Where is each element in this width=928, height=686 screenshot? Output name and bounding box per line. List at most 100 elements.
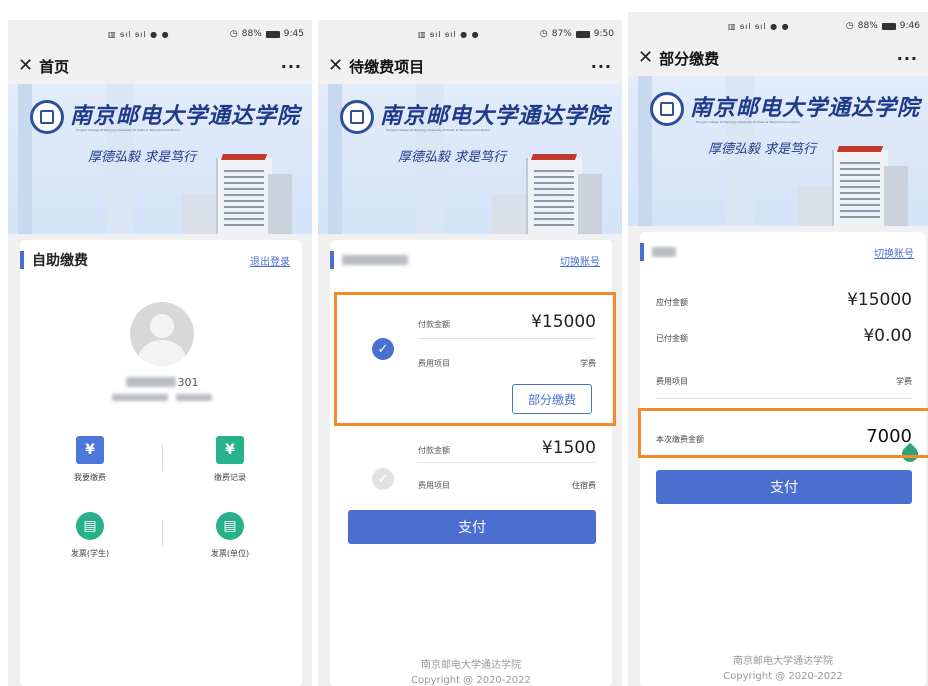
payment-records-button[interactable]: ¥ 缴费记录: [190, 436, 270, 483]
school-banner: 南京邮电大学通达学院 Tongda College Of Nanjing Uni…: [318, 84, 622, 234]
pay-fee-button[interactable]: ¥ 我要缴费: [50, 436, 130, 483]
partial-payment-card: 切换账号 应付金额 ¥15000 已付金额 ¥0.00 费用项目 学费 本次缴费…: [638, 232, 928, 686]
school-banner: 南京邮电大学通达学院 Tongda College Of Nanjing Uni…: [628, 76, 928, 226]
divider: [162, 520, 163, 546]
pay-button[interactable]: 支付: [656, 470, 912, 504]
school-name: 南京邮电大学通达学院: [690, 95, 921, 121]
accent-bar: [330, 251, 334, 269]
clock: 9:46: [899, 21, 920, 31]
banner-stripe: [18, 84, 32, 234]
fee-type-row: 费用项目 学费: [656, 366, 912, 387]
yen-clipboard-icon: ¥: [216, 436, 244, 464]
card-header: 切换账号: [640, 232, 926, 272]
feature-label: 发票(学生): [70, 549, 110, 558]
self-service-card: 自助缴费 退出登录 301 ¥ 我要缴费 ¥ 缴费记录 ▤ 发票(学生) ▤ 发…: [20, 240, 302, 686]
account-name-blurred: [652, 247, 676, 257]
page-title: 首页: [39, 57, 70, 76]
school-emblem-icon: [340, 100, 374, 134]
highlight-box: [638, 408, 928, 458]
due-amount-value: ¥15000: [847, 290, 912, 310]
invoice-icon: ▤: [76, 512, 104, 540]
more-menu-icon[interactable]: ···: [897, 49, 918, 68]
signal-icon: ▥ ᵴıl ᵴıl ● ●: [728, 21, 790, 31]
footer-org: 南京邮电大学通达学院: [421, 660, 521, 671]
footer-copyright: Copyright @ 2020-2022: [411, 675, 531, 686]
user-id-visible: 301: [177, 375, 199, 389]
user-id: 301: [116, 375, 208, 389]
page-title: 待缴费项目: [349, 57, 425, 76]
school-english-name: Tongda College Of Nanjing University Of …: [696, 120, 800, 124]
close-icon[interactable]: ✕: [18, 57, 33, 75]
status-bar: ▥ ᵴıl ᵴıl ● ● ◷ 88% 9:45: [8, 20, 312, 48]
building-image: [798, 144, 908, 226]
account-name-blurred: [342, 255, 408, 265]
accent-bar: [640, 243, 644, 261]
battery-icon: [881, 22, 896, 30]
switch-account-link[interactable]: 切换账号: [874, 245, 914, 260]
clock: 9:50: [593, 29, 614, 39]
due-amount-label: 应付金额: [656, 298, 688, 307]
fee-type-label: 费用项目: [418, 481, 450, 490]
page-title: 部分缴费: [659, 49, 720, 68]
alarm-icon: ◷: [845, 21, 854, 31]
divider: [162, 444, 163, 470]
close-icon[interactable]: ✕: [638, 49, 653, 67]
banner-stripe: [328, 84, 342, 234]
school-english-name: Tongda College Of Nanjing University Of …: [76, 128, 180, 132]
checkmark-icon[interactable]: ✓: [372, 468, 394, 490]
battery-percent: 88%: [241, 29, 262, 39]
title-bar: ✕ 首页 ···: [8, 48, 312, 84]
battery-percent: 87%: [551, 29, 572, 39]
footer-org: 南京邮电大学通达学院: [733, 656, 833, 667]
paid-amount-label: 已付金额: [656, 334, 688, 343]
screen-pending-items: ▥ ᵴıl ᵴıl ● ● ◷ 87% 9:50 ✕ 待缴费项目 ··· 南京邮…: [318, 20, 622, 686]
clock: 9:45: [283, 29, 304, 39]
signal-icon: ▥ ᵴıl ᵴıl ● ●: [108, 29, 170, 39]
school-name: 南京邮电大学通达学院: [70, 103, 301, 129]
school-emblem-icon: [30, 100, 64, 134]
banner-stripe: [638, 76, 652, 226]
paid-amount-value: ¥0.00: [863, 326, 912, 346]
battery-icon: [575, 30, 590, 38]
footer-copyright: Copyright @ 2020-2022: [723, 671, 843, 682]
more-menu-icon[interactable]: ···: [591, 57, 612, 76]
more-menu-icon[interactable]: ···: [281, 57, 302, 76]
pending-items-card: 切换账号 ✓ 付款金额 ¥15000 费用项目 学费 部分缴费 ✓ 付款金额 ¥…: [330, 240, 616, 686]
divider: [656, 398, 912, 399]
alarm-icon: ◷: [229, 29, 238, 39]
feature-label: 我要缴费: [74, 473, 106, 482]
footer: 南京邮电大学通达学院 Copyright @ 2020-2022: [640, 654, 926, 684]
fee-item-dormitory[interactable]: ✓ 付款金额 ¥1500 费用项目 住宿费: [330, 434, 612, 508]
signal-icon: ▥ ᵴıl ᵴıl ● ●: [418, 29, 480, 39]
school-banner: 南京邮电大学通达学院 Tongda College Of Nanjing Uni…: [8, 84, 312, 234]
card-title: 自助缴费: [32, 253, 88, 269]
unit-invoice-button[interactable]: ▤ 发票(单位): [190, 512, 270, 559]
student-invoice-button[interactable]: ▤ 发票(学生): [50, 512, 130, 559]
title-bar: ✕ 待缴费项目 ···: [318, 48, 622, 84]
user-info-blurred: [106, 394, 218, 402]
logout-link[interactable]: 退出登录: [250, 253, 290, 268]
card-header: 切换账号: [330, 240, 612, 280]
school-emblem-icon: [650, 92, 684, 126]
due-amount-row: 应付金额 ¥15000: [656, 290, 912, 310]
feature-label: 发票(单位): [210, 549, 250, 558]
divider: [418, 462, 596, 463]
feature-label: 缴费记录: [214, 473, 246, 482]
avatar: [130, 302, 194, 366]
amount-label: 付款金额: [418, 446, 450, 455]
title-bar: ✕ 部分缴费 ···: [628, 40, 928, 76]
pay-button[interactable]: 支付: [348, 510, 596, 544]
screen-home: ▥ ᵴıl ᵴıl ● ● ◷ 88% 9:45 ✕ 首页 ··· 南京邮电大学…: [8, 20, 312, 686]
battery-percent: 88%: [857, 21, 878, 31]
fee-type-value: 学费: [896, 377, 912, 386]
switch-account-link[interactable]: 切换账号: [560, 253, 600, 268]
close-icon[interactable]: ✕: [328, 57, 343, 75]
school-name: 南京邮电大学通达学院: [380, 103, 611, 129]
fee-type-value: 住宿费: [572, 481, 596, 490]
screen-partial-payment: ▥ ᵴıl ᵴıl ● ● ◷ 88% 9:46 ✕ 部分缴费 ··· 南京邮电…: [628, 12, 928, 686]
school-motto: 厚德弘毅 求是笃行: [88, 150, 197, 165]
amount-value: ¥1500: [541, 438, 596, 458]
school-motto: 厚德弘毅 求是笃行: [398, 150, 507, 165]
school-english-name: Tongda College Of Nanjing University Of …: [386, 128, 490, 132]
battery-icon: [265, 30, 280, 38]
